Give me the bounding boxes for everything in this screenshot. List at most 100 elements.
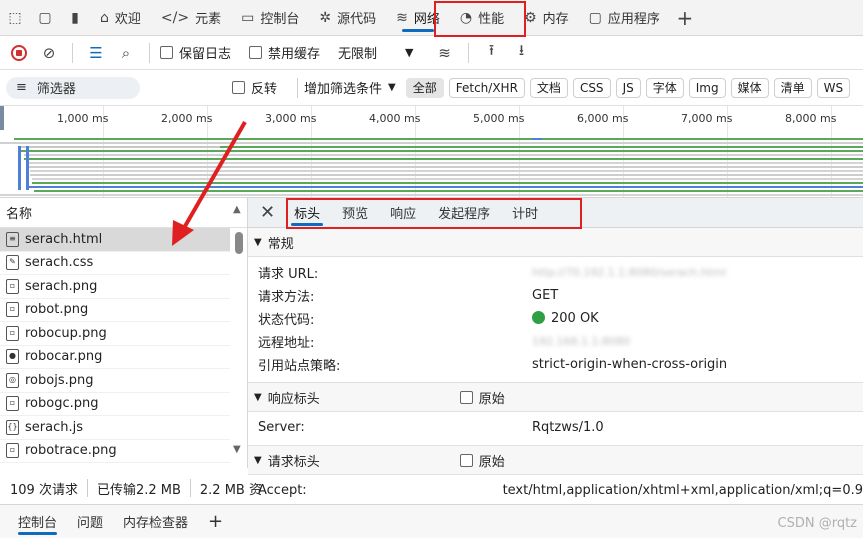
device-emulation-icon[interactable]: ▢	[30, 0, 60, 36]
request-row[interactable]: ▫ serach.png	[0, 275, 230, 299]
header-row: Accept: text/html,application/xhtml+xml,a…	[258, 483, 863, 498]
timeline-selection-handle[interactable]	[0, 106, 4, 130]
network-toolbar: ⊘ ☰ ⌕ 保留日志 禁用缓存 无限制 ▼ ≋ ⭱ ⭳	[0, 36, 863, 70]
header-row: 请求方法: GET	[258, 288, 559, 305]
home-icon: ⌂	[100, 9, 109, 26]
more-filters-dropdown[interactable]: 增加筛选条件 ▼	[304, 78, 396, 97]
network-conditions-icon[interactable]: ≋	[432, 40, 458, 66]
tab-network[interactable]: ≋ 网络	[386, 0, 450, 36]
dock-icon[interactable]: ▮	[60, 0, 90, 36]
filter-input[interactable]: ≡ 筛选器	[6, 76, 140, 99]
tab-response[interactable]: 响应	[379, 198, 427, 228]
export-har-icon[interactable]: ⭳	[509, 40, 535, 66]
drawer-tab-issues[interactable]: 问题	[67, 505, 113, 538]
timeline-tick: 3,000 ms	[265, 112, 317, 125]
scroll-down-icon[interactable]: ▼	[233, 444, 241, 455]
timeline-tick: 8,000 ms	[785, 112, 837, 125]
request-headers-section-header[interactable]: ▼ 请求标头 原始	[248, 446, 863, 475]
close-icon[interactable]: ✕	[260, 202, 275, 223]
bottom-drawer: 控制台 问题 内存检查器 +	[0, 504, 863, 538]
timeline-tick: 5,000 ms	[473, 112, 525, 125]
raw-checkbox[interactable]	[459, 390, 473, 404]
add-tab-icon[interactable]: +	[670, 0, 700, 36]
scroll-up-icon[interactable]: ▲	[233, 204, 241, 215]
request-row[interactable]: {} serach.js	[0, 416, 230, 440]
filter-toggle-icon[interactable]: ☰	[83, 40, 109, 66]
request-row[interactable]: ▫ robot.png	[0, 299, 230, 322]
throttle-select[interactable]: 无限制 ▼	[338, 43, 413, 62]
request-list-scrollbar[interactable]: ▲ ▼	[233, 204, 245, 468]
request-row[interactable]: ◎ robojs.png	[0, 369, 230, 393]
tab-welcome[interactable]: ⌂ 欢迎	[90, 0, 151, 36]
request-row[interactable]: ▫ robogc.png	[0, 393, 230, 416]
bug-icon: ✲	[319, 9, 332, 26]
tab-headers[interactable]: 标头	[283, 198, 331, 228]
timeline-tick: 1,000 ms	[57, 112, 109, 125]
response-headers-section-header[interactable]: ▼ 响应标头 原始	[248, 383, 863, 412]
type-filter-doc[interactable]: 文档	[529, 77, 568, 98]
tab-preview[interactable]: 预览	[331, 198, 379, 228]
tab-timing[interactable]: 计时	[501, 198, 549, 228]
request-row[interactable]: ✎ serach.css	[0, 252, 230, 275]
network-overview-timeline[interactable]: 1,000 ms 2,000 ms 3,000 ms 4,000 ms 5,00…	[0, 106, 863, 198]
code-icon: </>	[160, 9, 190, 26]
wifi-icon: ≋	[396, 9, 408, 26]
timeline-tick: 4,000 ms	[369, 112, 421, 125]
clear-icon[interactable]: ⊘	[36, 40, 62, 66]
inspect-icon[interactable]: ⬚	[0, 0, 30, 36]
timeline-bars	[0, 138, 863, 197]
divider	[149, 42, 150, 63]
general-section: 请求 URL: http://70.192.1.1:8080/serach.htm…	[248, 257, 863, 383]
header-row: 状态代码: 200 OK	[258, 311, 599, 328]
app-icon: ▢	[588, 9, 602, 26]
drawer-tab-memory-inspector[interactable]: 内存检查器	[113, 505, 198, 538]
tab-sources[interactable]: ✲ 源代码	[309, 0, 386, 36]
tab-performance[interactable]: ◔ 性能	[450, 0, 514, 36]
tab-application[interactable]: ▢ 应用程序	[579, 0, 670, 36]
general-section-header[interactable]: ▼ 常规	[248, 228, 863, 257]
scrollbar-thumb[interactable]	[235, 232, 243, 254]
tab-initiator[interactable]: 发起程序	[427, 198, 501, 228]
request-row[interactable]: ● robocar.png	[0, 346, 230, 369]
type-filter-js[interactable]: JS	[615, 77, 641, 98]
type-filter-ws[interactable]: WS	[816, 77, 851, 98]
drawer-tab-console[interactable]: 控制台	[8, 505, 67, 538]
checkbox-box[interactable]	[249, 46, 263, 59]
checkbox-box[interactable]	[160, 46, 173, 59]
invert-checkbox[interactable]: 反转	[232, 78, 277, 97]
import-har-icon[interactable]: ⭱	[479, 40, 505, 66]
checkbox-box[interactable]	[232, 81, 245, 94]
watermark: CSDN @rqtz	[777, 516, 858, 531]
type-filter-fetch[interactable]: Fetch/XHR	[448, 77, 525, 98]
disable-cache-checkbox[interactable]: 禁用缓存	[249, 43, 320, 62]
request-row[interactable]: ≡ serach.html	[0, 228, 230, 252]
image-file-icon: ●	[6, 349, 19, 365]
tab-memory[interactable]: ⚙ 内存	[514, 0, 579, 36]
tab-console[interactable]: ▭ 控制台	[231, 0, 309, 36]
timeline-tick: 7,000 ms	[681, 112, 733, 125]
record-icon[interactable]	[6, 40, 32, 66]
type-filter-img[interactable]: Img	[688, 77, 726, 98]
request-headers-section: Accept: text/html,application/xhtml+xml,a…	[248, 475, 863, 502]
type-filter-all[interactable]: 全部	[405, 77, 444, 98]
preserve-log-checkbox[interactable]: 保留日志	[160, 43, 231, 62]
request-row[interactable]: ▫ robocup.png	[0, 322, 230, 346]
request-count: 109 次请求	[10, 482, 78, 498]
request-row[interactable]: ▫ robotrace.png	[0, 440, 230, 463]
raw-checkbox[interactable]	[459, 453, 473, 467]
tab-elements[interactable]: </> 元素	[151, 0, 231, 36]
status-ok-icon	[532, 311, 545, 324]
image-file-icon: ▫	[6, 443, 19, 459]
add-drawer-tab-icon[interactable]: +	[198, 505, 233, 538]
request-list: 名称 ≡ serach.html ✎ serach.css ▫ serach.png …	[0, 198, 248, 468]
header-row: 引用站点策略: strict-origin-when-cross-origin	[258, 357, 728, 374]
search-icon[interactable]: ⌕	[113, 40, 139, 66]
column-header-name[interactable]: 名称	[0, 198, 247, 228]
type-filter-font[interactable]: 字体	[645, 77, 684, 98]
gauge-icon: ◔	[459, 9, 473, 26]
divider	[467, 42, 469, 63]
type-filter-media[interactable]: 媒体	[730, 77, 769, 98]
type-filter-manifest[interactable]: 清单	[773, 77, 812, 98]
type-filter-css[interactable]: CSS	[572, 77, 611, 98]
divider	[72, 42, 73, 63]
